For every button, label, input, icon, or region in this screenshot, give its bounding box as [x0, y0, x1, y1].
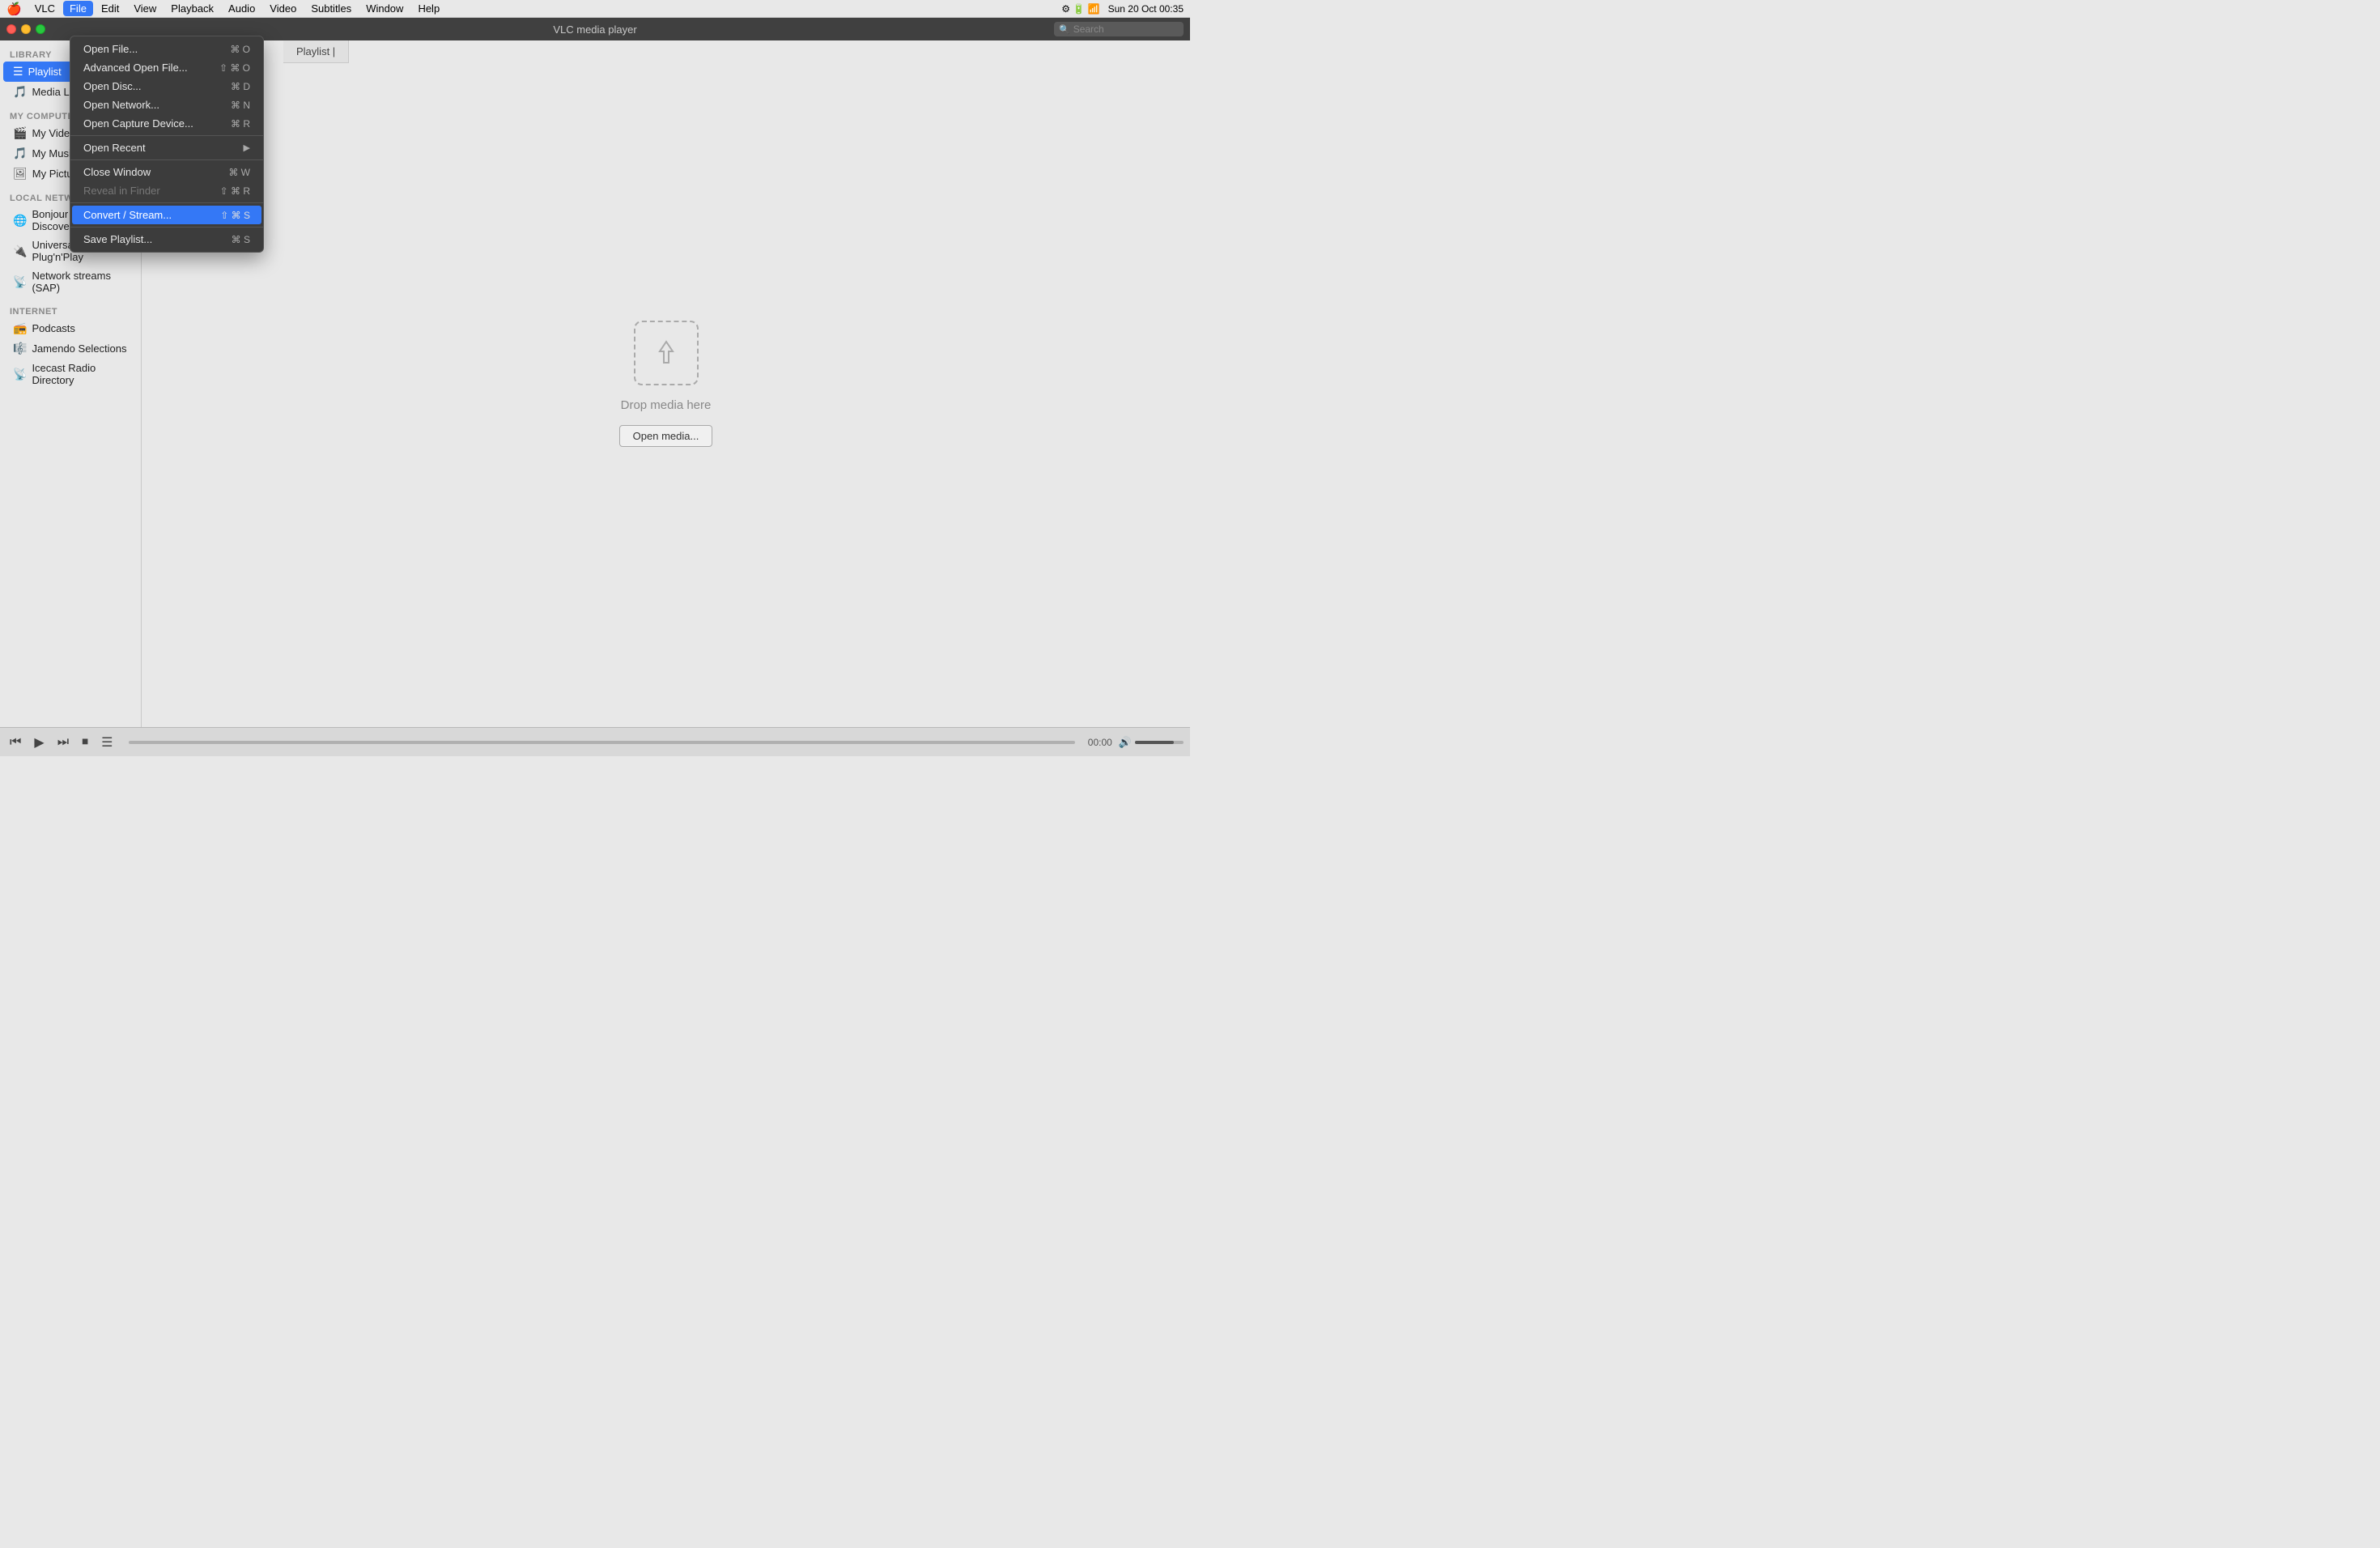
- system-icons: ⚙ 🔋 📶: [1061, 3, 1099, 15]
- file-menu-advanced-open[interactable]: Advanced Open File... ⇧ ⌘ O: [72, 58, 261, 77]
- file-menu-sep1: [70, 135, 263, 136]
- search-input[interactable]: [1073, 23, 1179, 35]
- submenu-arrow-icon: ▶: [244, 142, 250, 153]
- file-menu-open-recent[interactable]: Open Recent ▶: [72, 138, 261, 157]
- file-menu-reveal-finder-label: Reveal in Finder: [83, 185, 160, 197]
- file-menu-convert-stream-shortcut: ⇧ ⌘ S: [220, 210, 250, 221]
- file-menu-open-disc-label: Open Disc...: [83, 80, 142, 92]
- menu-help[interactable]: Help: [411, 1, 446, 16]
- volume-slider[interactable]: [1135, 741, 1184, 744]
- file-menu-open-capture[interactable]: Open Capture Device... ⌘ R: [72, 114, 261, 133]
- file-menu-open-capture-label: Open Capture Device...: [83, 117, 193, 130]
- file-menu-open-network-shortcut: ⌘ N: [231, 100, 250, 111]
- drop-arrow-icon: [650, 337, 682, 369]
- file-menu-open-capture-shortcut: ⌘ R: [231, 118, 250, 130]
- file-menu-advanced-open-shortcut: ⇧ ⌘ O: [219, 62, 250, 74]
- menu-playback[interactable]: Playback: [164, 1, 220, 16]
- file-menu-open-file-label: Open File...: [83, 43, 138, 55]
- menu-video[interactable]: Video: [263, 1, 303, 16]
- file-menu-close-window-shortcut: ⌘ W: [228, 167, 250, 178]
- upnp-icon: 🔌: [13, 245, 27, 258]
- minimize-button[interactable]: [21, 24, 31, 34]
- menu-window[interactable]: Window: [359, 1, 410, 16]
- file-menu-close-window[interactable]: Close Window ⌘ W: [72, 163, 261, 181]
- file-menu-convert-stream-label: Convert / Stream...: [83, 209, 172, 221]
- menu-view[interactable]: View: [127, 1, 163, 16]
- file-menu-dropdown[interactable]: Open File... ⌘ O Advanced Open File... ⇧…: [70, 36, 264, 253]
- file-menu-open-file[interactable]: Open File... ⌘ O: [72, 40, 261, 58]
- drop-zone[interactable]: Drop media here Open media...: [619, 321, 713, 447]
- icecast-icon: 📡: [13, 368, 27, 381]
- menu-file[interactable]: File: [63, 1, 93, 16]
- bottom-toolbar: ⏮ ▶ ⏭ ⏹ ☰ 00:00 🔊: [0, 727, 1190, 756]
- file-menu-open-network[interactable]: Open Network... ⌘ N: [72, 96, 261, 114]
- file-menu-sep2: [70, 159, 263, 160]
- drop-icon-box: [634, 321, 699, 385]
- file-menu-sep4: [70, 227, 263, 228]
- my-pictures-icon: 🖼: [13, 167, 28, 181]
- menu-audio[interactable]: Audio: [222, 1, 261, 16]
- menu-bar-right: ⚙ 🔋 📶 Sun 20 Oct 00:35: [1061, 3, 1184, 15]
- volume-fill: [1135, 741, 1174, 744]
- menu-vlc[interactable]: VLC: [28, 1, 62, 16]
- podcasts-icon: 📻: [13, 321, 27, 335]
- sidebar-label-sap: Network streams (SAP): [32, 270, 128, 294]
- volume-area: 🔊: [1119, 736, 1184, 749]
- sidebar-item-podcasts[interactable]: 📻 Podcasts: [3, 318, 138, 338]
- file-menu-open-disc[interactable]: Open Disc... ⌘ D: [72, 77, 261, 96]
- time-display: 00:00: [1088, 737, 1112, 748]
- main-content-area: Playlist | Drop media here Open media...: [142, 40, 1190, 727]
- search-box[interactable]: 🔍: [1054, 22, 1184, 36]
- sidebar-label-icecast: Icecast Radio Directory: [32, 362, 128, 386]
- file-menu-save-playlist-shortcut: ⌘ S: [232, 234, 250, 245]
- menu-subtitles[interactable]: Subtitles: [304, 1, 358, 16]
- sidebar-item-sap[interactable]: 📡 Network streams (SAP): [3, 266, 138, 297]
- file-menu-open-recent-label: Open Recent: [83, 142, 146, 154]
- file-menu-reveal-finder[interactable]: Reveal in Finder ⇧ ⌘ R: [72, 181, 261, 200]
- file-menu-advanced-open-label: Advanced Open File...: [83, 62, 188, 74]
- sidebar-section-internet: INTERNET: [0, 304, 141, 318]
- sidebar-item-icecast[interactable]: 📡 Icecast Radio Directory: [3, 359, 138, 389]
- fullscreen-button[interactable]: [36, 24, 45, 34]
- playlist-toggle-button[interactable]: ☰: [98, 733, 116, 752]
- open-media-button[interactable]: Open media...: [619, 425, 713, 447]
- sidebar-label-podcasts: Podcasts: [32, 322, 74, 334]
- sidebar-label-playlist: Playlist: [28, 66, 62, 78]
- file-menu-close-window-label: Close Window: [83, 166, 151, 178]
- drop-media-text: Drop media here: [621, 398, 712, 412]
- forward-button[interactable]: ⏭: [54, 734, 72, 751]
- playlist-icon: ☰: [13, 65, 23, 79]
- stop-button[interactable]: ⏹: [79, 734, 91, 751]
- volume-icon: 🔊: [1119, 736, 1132, 749]
- playlist-tab-header: Playlist |: [283, 40, 349, 63]
- traffic-lights: [0, 24, 52, 34]
- menu-edit[interactable]: Edit: [95, 1, 125, 16]
- sap-icon: 📡: [13, 275, 27, 289]
- media-library-icon: 🎵: [13, 85, 27, 99]
- apple-logo-icon[interactable]: 🍎: [6, 2, 22, 16]
- my-videos-icon: 🎬: [13, 126, 27, 140]
- file-menu-open-file-shortcut: ⌘ O: [230, 44, 250, 55]
- my-music-icon: 🎵: [13, 147, 27, 160]
- search-icon: 🔍: [1059, 24, 1070, 35]
- jamendo-icon: 🎼: [13, 342, 27, 355]
- close-button[interactable]: [6, 24, 16, 34]
- file-menu-open-network-label: Open Network...: [83, 99, 159, 111]
- file-menu-save-playlist-label: Save Playlist...: [83, 233, 152, 245]
- file-menu-open-disc-shortcut: ⌘ D: [231, 81, 250, 92]
- vlc-window-title: VLC media player: [553, 23, 636, 36]
- macos-menu-bar: 🍎 VLC File Edit View Playback Audio Vide…: [0, 0, 1190, 18]
- file-menu-reveal-finder-shortcut: ⇧ ⌘ R: [220, 185, 250, 197]
- sidebar-item-jamendo[interactable]: 🎼 Jamendo Selections: [3, 338, 138, 359]
- datetime-display: Sun 20 Oct 00:35: [1108, 3, 1184, 15]
- timeline-bar[interactable]: [129, 741, 1074, 744]
- file-menu-sep3: [70, 202, 263, 203]
- play-button[interactable]: ▶: [31, 733, 47, 752]
- rewind-button[interactable]: ⏮: [6, 734, 24, 751]
- file-menu-save-playlist[interactable]: Save Playlist... ⌘ S: [72, 230, 261, 249]
- bonjour-icon: 🌐: [13, 214, 27, 228]
- file-menu-convert-stream[interactable]: Convert / Stream... ⇧ ⌘ S: [72, 206, 261, 224]
- sidebar-label-jamendo: Jamendo Selections: [32, 342, 126, 355]
